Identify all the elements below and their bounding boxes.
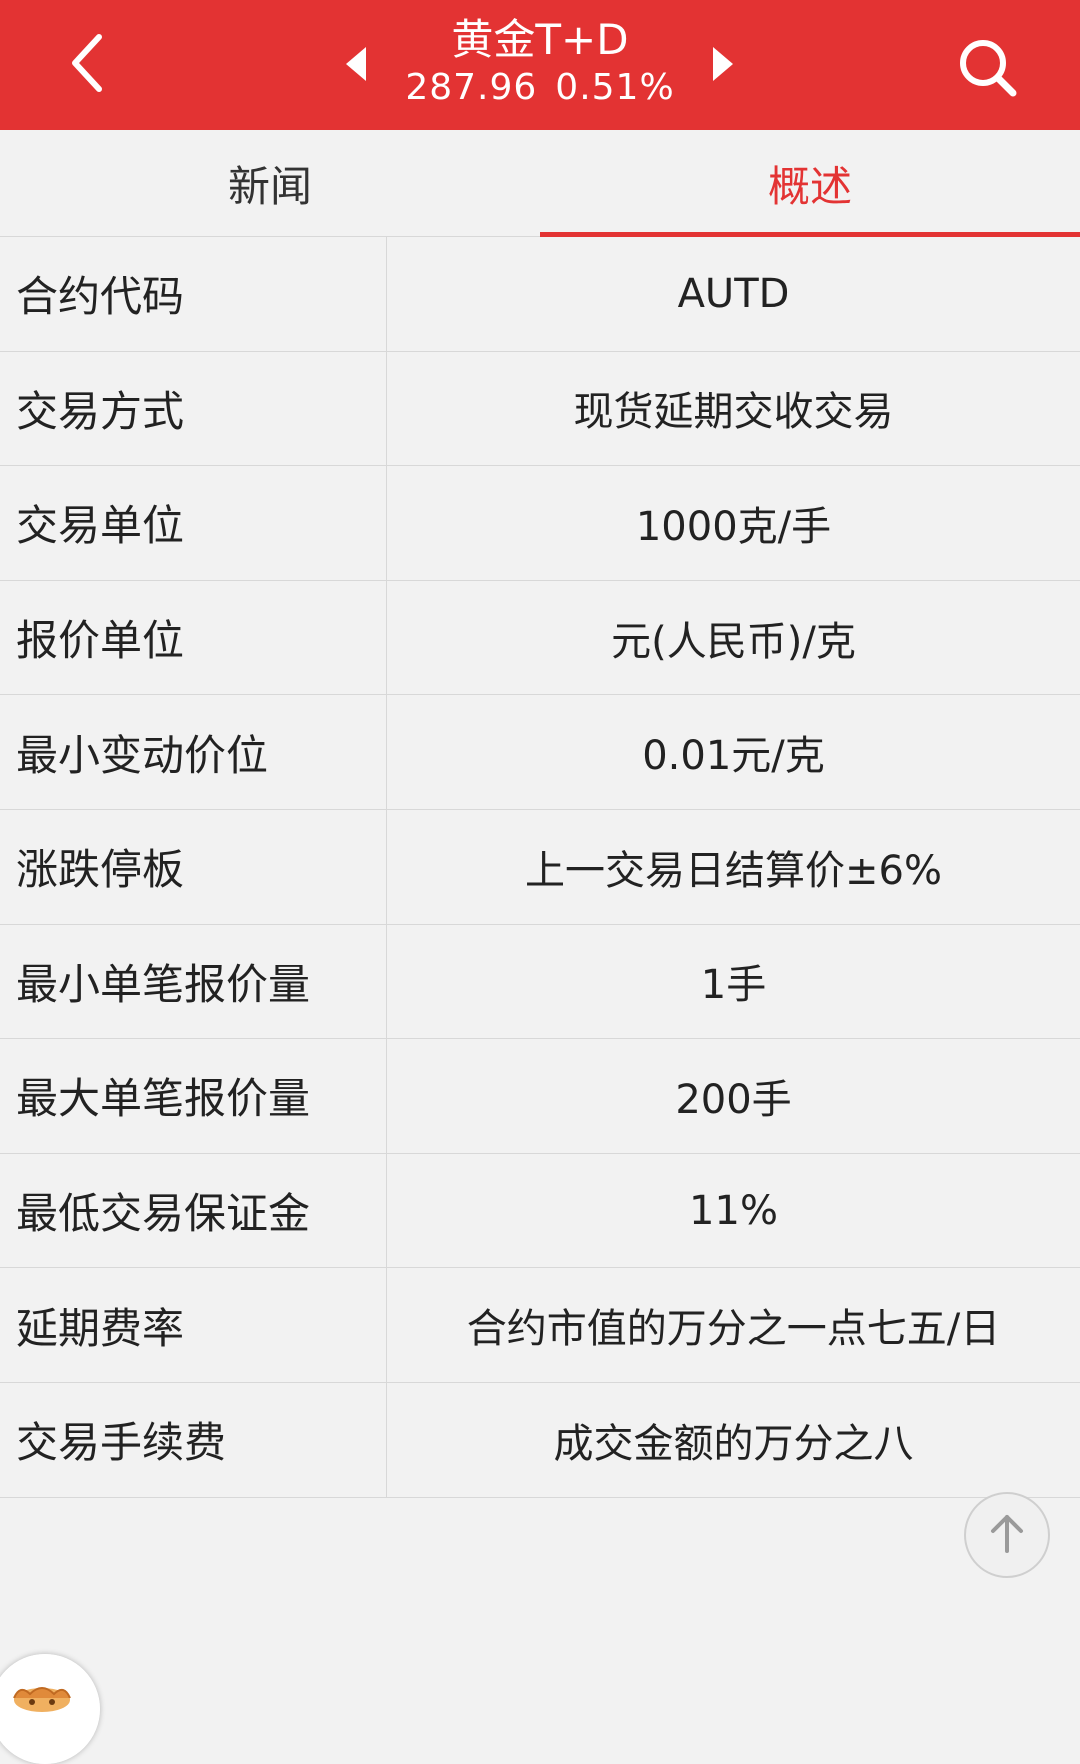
overview-row-label: 交易手续费 [0,1382,387,1497]
overview-row: 交易手续费 成交金额的万分之八 [0,1382,1080,1498]
tab-overview[interactable]: 概述 [540,130,1080,236]
search-button[interactable] [948,30,1028,110]
instrument-name: 黄金T+D [451,15,629,64]
triangle-left-icon [344,45,368,87]
previous-instrument-button[interactable] [336,42,376,90]
chevron-left-icon [67,33,107,97]
overview-row-value: AUTD [677,270,790,317]
overview-row-value: 现货延期交收交易 [573,389,894,436]
back-button[interactable] [52,30,122,100]
overview-table: 合约代码 AUTD 交易方式 现货延期交收交易交易单位 1000克/手报价单位 元(人民币… [0,237,1080,1498]
overview-row-label: 最低交易保证金 [0,1153,387,1268]
overview-row: 延期费率 合约市值的万分之一点七五/日 [0,1268,1080,1383]
overview-row-label: 最大单笔报价量 [0,1039,387,1153]
overview-row-value: 成交金额的万分之八 [553,1420,914,1467]
tab-news[interactable]: 新闻 [0,130,540,236]
overview-row-value: 200手 [675,1076,792,1123]
mascot-avatar-icon [0,1654,100,1764]
next-instrument-button[interactable] [703,42,743,90]
overview-row-label: 延期费率 [0,1268,387,1382]
overview-row: 最小变动价位 0.01元/克 [0,695,1080,810]
overview-row-label: 最小变动价位 [0,695,387,809]
overview-row-label: 最小单笔报价量 [0,924,387,1039]
instrument-change: 0.51% [555,67,675,108]
triangle-right-icon [711,45,735,87]
overview-row-label: 交易单位 [0,466,387,580]
instrument-price: 287.96 [405,67,538,108]
instrument-quote: 287.96 0.51% [390,66,690,110]
overview-row-value: 11% [689,1187,778,1234]
overview-row-value: 合约市值的万分之一点七五/日 [466,1306,1001,1353]
overview-row-value: 1手 [700,962,767,1009]
instrument-title: 黄金T+D 287.96 0.51% [390,14,690,110]
overview-row-value: 元(人民币)/克 [611,618,856,665]
top-bar: 黄金T+D 287.96 0.51% [0,0,1080,130]
scroll-to-top-button[interactable] [964,1492,1050,1578]
overview-row: 最小单笔报价量 1手 [0,924,1080,1040]
overview-row: 最大单笔报价量 200手 [0,1039,1080,1154]
overview-row: 涨跌停板 上一交易日结算价±6% [0,809,1080,925]
overview-row: 交易单位 1000克/手 [0,466,1080,581]
overview-row: 报价单位 元(人民币)/克 [0,580,1080,696]
overview-row: 合约代码 AUTD [0,237,1080,352]
overview-row-value: 1000克/手 [635,503,832,550]
overview-row: 最低交易保证金 11% [0,1153,1080,1269]
overview-row-label: 涨跌停板 [0,809,387,924]
overview-row-label: 报价单位 [0,580,387,695]
assistant-avatar[interactable] [0,1654,100,1764]
overview-row: 交易方式 现货延期交收交易 [0,351,1080,467]
tab-bar: 新闻 概述 [0,130,1080,237]
overview-row-value: 0.01元/克 [642,733,825,780]
overview-row-value: 上一交易日结算价±6% [525,847,942,894]
search-icon [957,37,1019,103]
overview-row-label: 交易方式 [0,351,387,466]
arrow-up-icon [985,1511,1029,1559]
overview-row-label: 合约代码 [0,237,387,351]
